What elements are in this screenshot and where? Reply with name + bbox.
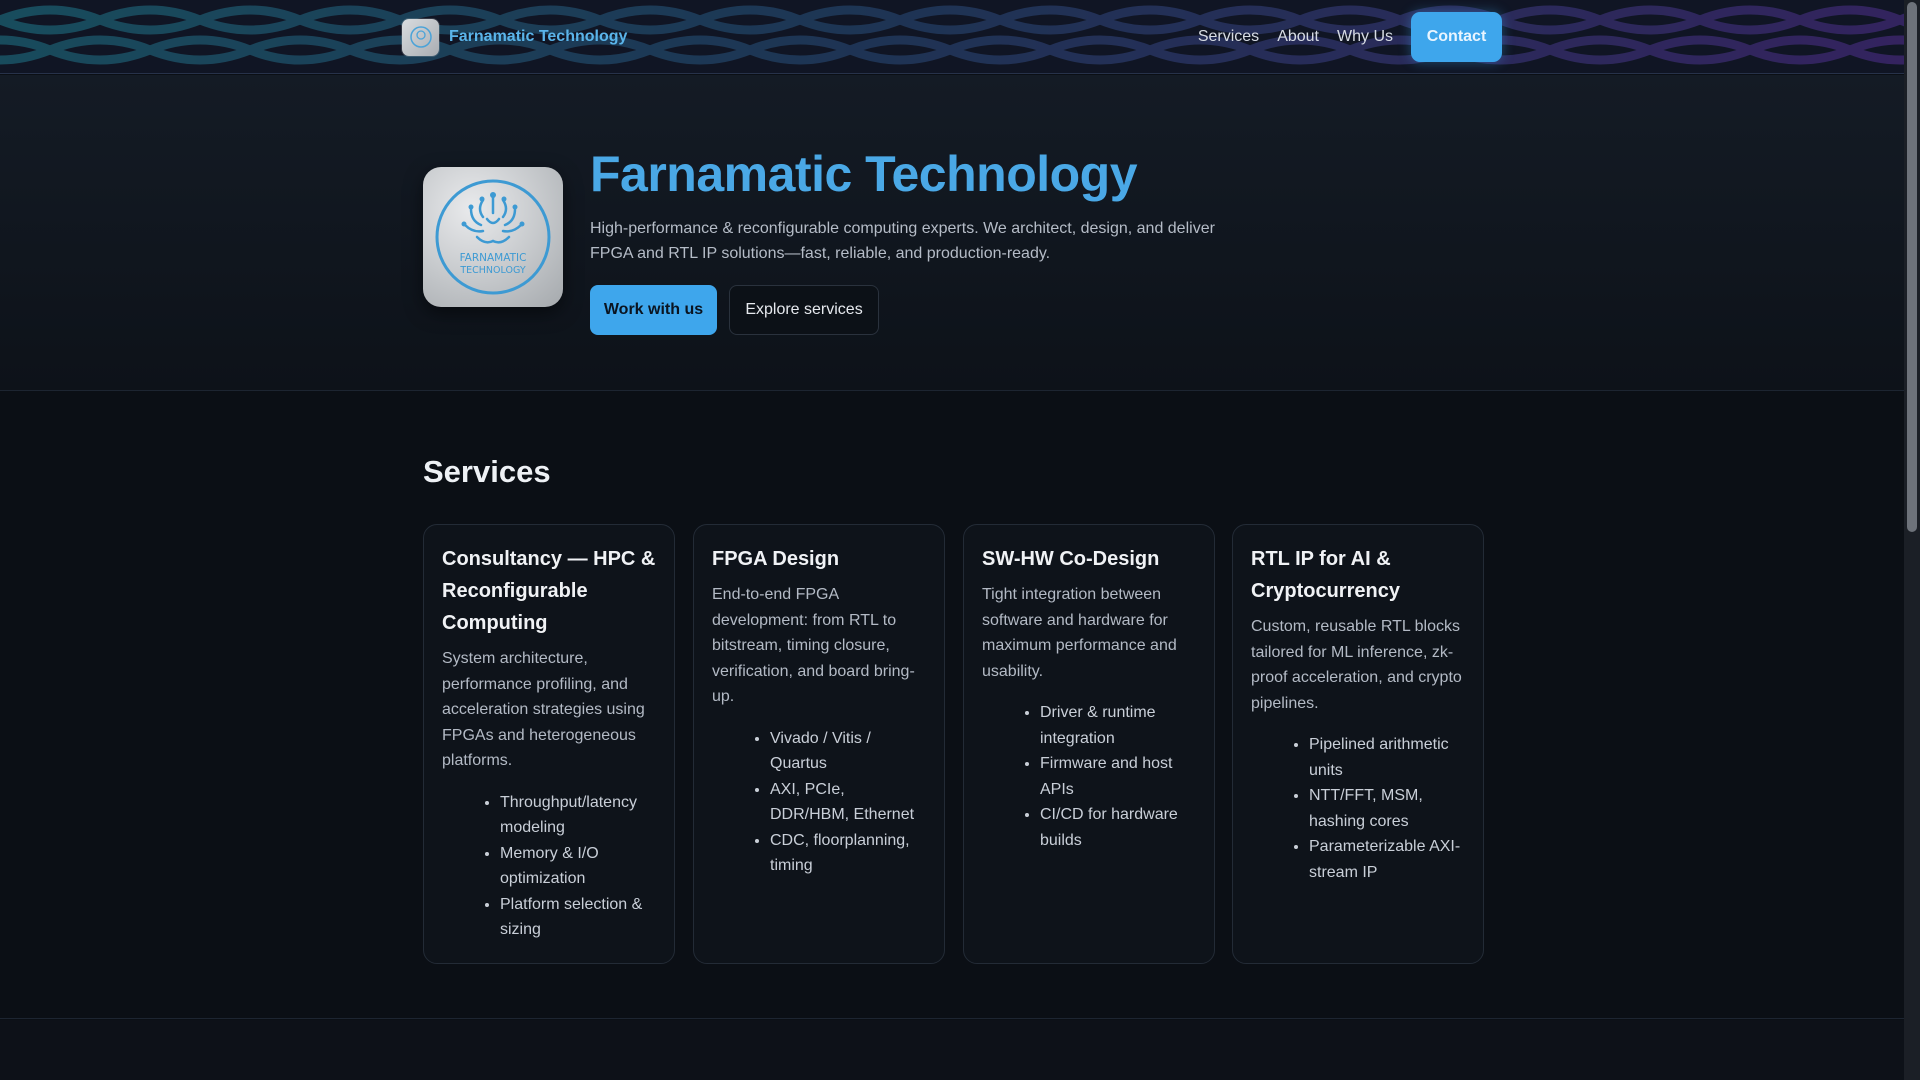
scrollbar-thumb[interactable]	[1907, 2, 1917, 532]
list-item: AXI, PCIe, DDR/HBM, Ethernet	[770, 777, 926, 828]
next-section	[0, 1020, 1904, 1080]
list-item: Parameterizable AXI-stream IP	[1309, 834, 1465, 885]
top-navbar: Farnamatic Technology Services About Why…	[0, 0, 1904, 74]
nav-link-about[interactable]: About	[1268, 28, 1328, 46]
list-item: Throughput/latency modeling	[500, 790, 656, 841]
page: Farnamatic Technology Services About Why…	[0, 0, 1904, 1080]
card-feature-list: Throughput/latency modeling Memory & I/O…	[442, 790, 656, 943]
services-section: Services Consultancy — HPC & Reconfigura…	[0, 392, 1904, 1019]
nav-links: Services About Why Us Contact	[1189, 12, 1502, 62]
service-card-rtl-ip: RTL IP for AI & Cryptocurrency Custom, r…	[1232, 524, 1484, 964]
services-heading: Services	[423, 454, 551, 489]
list-item: Pipelined arithmetic units	[1309, 732, 1465, 783]
card-title: SW-HW Co-Design	[982, 548, 1160, 570]
work-with-us-button[interactable]: Work with us	[590, 285, 717, 335]
vertical-scrollbar[interactable]	[1904, 0, 1920, 1080]
hero-section: FARNAMATIC TECHNOLOGY Farnamatic Technol…	[0, 75, 1904, 391]
list-item: Memory & I/O optimization	[500, 841, 656, 892]
card-feature-list: Vivado / Vitis / Quartus AXI, PCIe, DDR/…	[712, 726, 926, 879]
card-title: FPGA Design	[712, 548, 840, 570]
list-item: Driver & runtime integration	[1040, 700, 1196, 751]
nav-link-why-us[interactable]: Why Us	[1328, 28, 1402, 46]
hero-logo: FARNAMATIC TECHNOLOGY	[423, 167, 563, 307]
card-description: End-to-end FPGA development: from RTL to…	[712, 586, 915, 705]
logo-text-line1: FARNAMATIC	[460, 252, 527, 264]
hero-subtitle: High-performance & reconfigurable comput…	[590, 220, 1215, 262]
list-item: CDC, floorplanning, timing	[770, 828, 926, 879]
card-feature-list: Driver & runtime integration Firmware an…	[982, 700, 1196, 853]
list-item: Vivado / Vitis / Quartus	[770, 726, 926, 777]
explore-services-button[interactable]: Explore services	[729, 285, 879, 335]
card-feature-list: Pipelined arithmetic units NTT/FFT, MSM,…	[1251, 732, 1465, 885]
brand-logo-icon	[402, 18, 439, 56]
brand-link[interactable]: Farnamatic Technology	[402, 18, 627, 56]
service-card-fpga-design: FPGA Design End-to-end FPGA development:…	[693, 524, 945, 964]
card-title: Consultancy — HPC & Reconfigurable Compu…	[442, 548, 656, 634]
list-item: Firmware and host APIs	[1040, 751, 1196, 802]
list-item: NTT/FFT, MSM, hashing cores	[1309, 783, 1465, 834]
card-title: RTL IP for AI & Cryptocurrency	[1251, 548, 1400, 602]
list-item: Platform selection & sizing	[500, 892, 656, 943]
card-description: Custom, reusable RTL blocks tailored for…	[1251, 618, 1462, 712]
service-card-consultancy: Consultancy — HPC & Reconfigurable Compu…	[423, 524, 675, 964]
contact-button[interactable]: Contact	[1411, 12, 1502, 62]
list-item: CI/CD for hardware builds	[1040, 802, 1196, 853]
logo-text-line2: TECHNOLOGY	[459, 265, 525, 276]
service-card-sw-hw-codesign: SW-HW Co-Design Tight integration betwee…	[963, 524, 1215, 964]
nav-inner: Farnamatic Technology Services About Why…	[402, 0, 1502, 73]
card-description: System architecture, performance profili…	[442, 650, 645, 769]
brand-name[interactable]: Farnamatic Technology	[449, 28, 627, 46]
nav-link-services[interactable]: Services	[1189, 28, 1268, 46]
company-logo-icon: FARNAMATIC TECHNOLOGY	[435, 179, 551, 295]
card-description: Tight integration between software and h…	[982, 586, 1177, 680]
hero-title: Farnamatic Technology	[590, 146, 1138, 202]
